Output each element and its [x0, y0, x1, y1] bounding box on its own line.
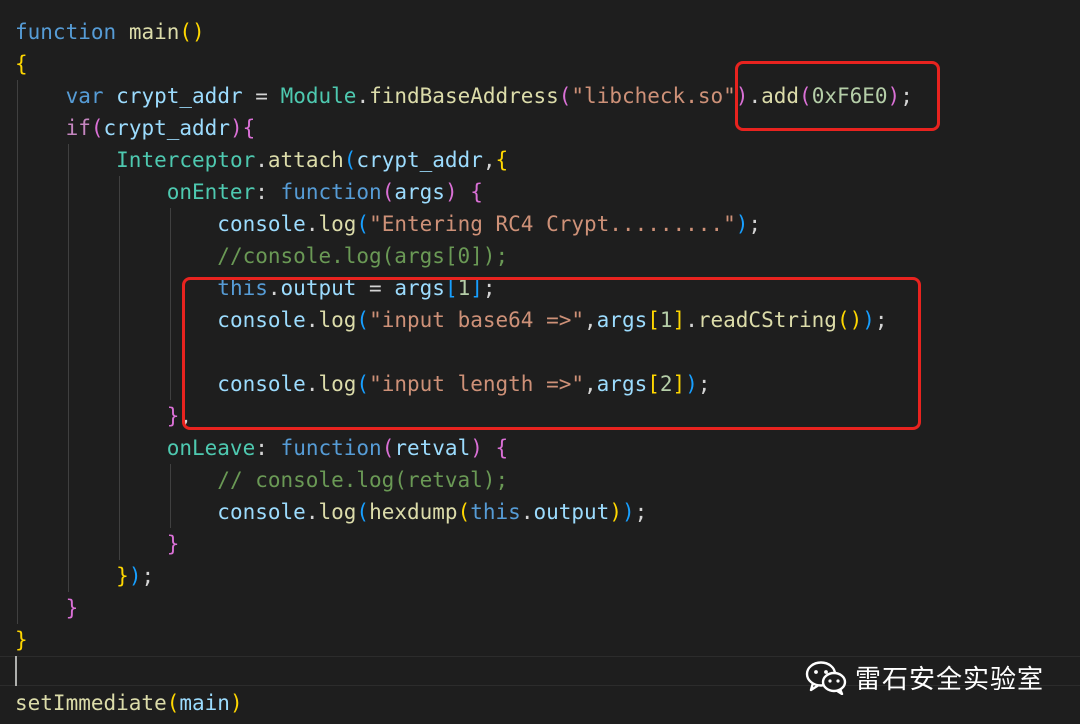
code-editor[interactable]: function main() { var crypt_addr = Modul… [0, 0, 1080, 724]
code-line-20[interactable]: } [15, 624, 28, 656]
code-line-19[interactable]: } [15, 592, 79, 624]
code-line-4[interactable]: if(crypt_addr){ [15, 112, 256, 144]
code-line-1[interactable]: function main() [15, 16, 205, 48]
args-logging-highlight-box [182, 277, 921, 430]
code-line-5[interactable]: Interceptor.attach(crypt_addr,{ [15, 144, 508, 176]
code-line-17[interactable]: } [15, 528, 180, 560]
text-cursor [15, 656, 17, 686]
watermark-text: 雷石安全实验室 [854, 664, 1044, 695]
code-line-2[interactable]: { [15, 48, 28, 80]
wechat-icon [805, 661, 847, 695]
code-line-13[interactable]: }, [15, 400, 192, 432]
code-line-6[interactable]: onEnter: function(args) { [15, 176, 483, 208]
code-line-14[interactable]: onLeave: function(retval) { [15, 432, 508, 464]
offset-highlight-box [735, 61, 940, 131]
code-line-18[interactable]: }); [15, 560, 154, 592]
code-line-7[interactable]: console.log("Entering RC4 Crypt.........… [15, 208, 761, 240]
watermark: 雷石安全实验室 [805, 656, 1044, 698]
code-line-16[interactable]: console.log(hexdump(this.output)); [15, 496, 647, 528]
code-line-15[interactable]: // console.log(retval); [15, 464, 508, 496]
code-line-8[interactable]: //console.log(args[0]); [15, 240, 508, 272]
code-line-22[interactable]: setImmediate(main) [15, 687, 243, 719]
